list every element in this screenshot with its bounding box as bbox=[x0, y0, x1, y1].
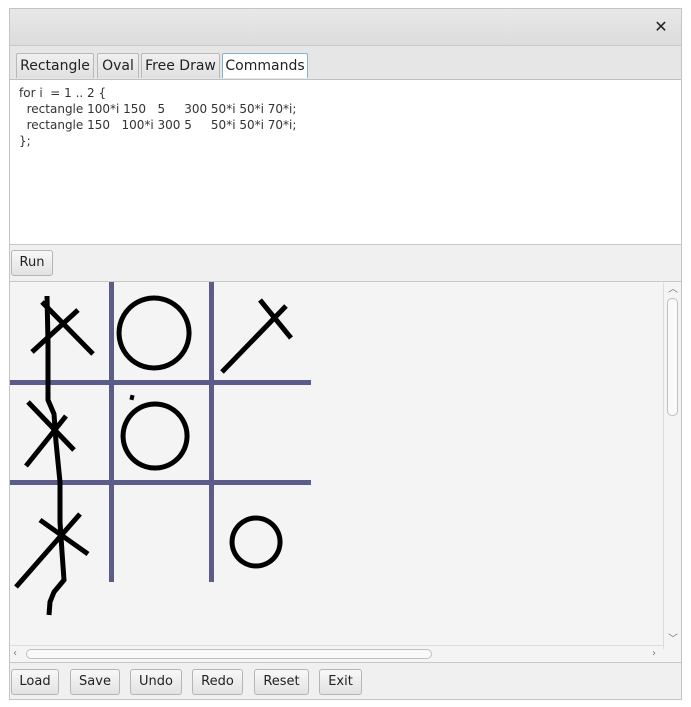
close-icon[interactable]: ✕ bbox=[651, 17, 671, 37]
code-line: }; bbox=[19, 134, 31, 148]
x-mark bbox=[220, 298, 293, 374]
load-button[interactable]: Load bbox=[11, 669, 59, 695]
vertical-scrollbar[interactable]: ︿ ﹀ bbox=[663, 283, 681, 649]
reset-button[interactable]: Reset bbox=[254, 669, 309, 695]
o-mark bbox=[116, 295, 192, 371]
scroll-left-icon[interactable]: ‹ bbox=[13, 649, 17, 659]
exit-button[interactable]: Exit bbox=[319, 669, 362, 695]
tab-oval[interactable]: Oval bbox=[97, 53, 139, 78]
scroll-up-icon[interactable]: ︿ bbox=[668, 285, 678, 295]
freehand-stroke bbox=[129, 394, 135, 401]
grid-line-vertical bbox=[109, 282, 114, 582]
code-line: for i = 1 .. 2 { bbox=[19, 86, 107, 100]
app-window: ✕ Rectangle Oval Free Draw Commands for … bbox=[9, 8, 682, 700]
x-mark bbox=[14, 512, 90, 589]
scroll-right-icon[interactable]: › bbox=[652, 649, 656, 659]
tab-commands[interactable]: Commands bbox=[222, 53, 308, 78]
run-button[interactable]: Run bbox=[11, 250, 53, 276]
title-bar: ✕ bbox=[10, 9, 681, 46]
code-line: rectangle 100*i 150 5 300 50*i 50*i 70*i… bbox=[19, 102, 297, 116]
run-bar: Run bbox=[10, 245, 681, 282]
grid-line-vertical bbox=[209, 282, 214, 582]
horizontal-scroll-thumb[interactable] bbox=[26, 649, 432, 659]
horizontal-scrollbar[interactable]: ‹ › bbox=[10, 645, 663, 662]
grid-line-horizontal bbox=[10, 380, 311, 385]
tab-free-draw[interactable]: Free Draw bbox=[141, 53, 220, 78]
x-mark bbox=[24, 400, 76, 468]
x-mark bbox=[30, 300, 95, 356]
bottom-toolbar: Load Save Undo Redo Reset Exit bbox=[10, 662, 681, 699]
code-line: rectangle 150 100*i 300 5 50*i 50*i 70*i… bbox=[19, 118, 297, 132]
vertical-scroll-thumb[interactable] bbox=[667, 298, 678, 416]
tab-bar: Rectangle Oval Free Draw Commands bbox=[10, 46, 681, 80]
command-editor[interactable]: for i = 1 .. 2 { rectangle 100*i 150 5 3… bbox=[10, 80, 681, 245]
scroll-down-icon[interactable]: ﹀ bbox=[668, 635, 678, 645]
grid-line-horizontal bbox=[10, 480, 311, 485]
o-mark bbox=[120, 401, 190, 471]
o-mark bbox=[229, 515, 283, 569]
redo-button[interactable]: Redo bbox=[192, 669, 243, 695]
freehand-stroke bbox=[44, 295, 67, 616]
save-button[interactable]: Save bbox=[70, 669, 120, 695]
tab-rectangle[interactable]: Rectangle bbox=[16, 53, 94, 78]
drawing-canvas[interactable] bbox=[10, 282, 681, 661]
undo-button[interactable]: Undo bbox=[130, 669, 182, 695]
